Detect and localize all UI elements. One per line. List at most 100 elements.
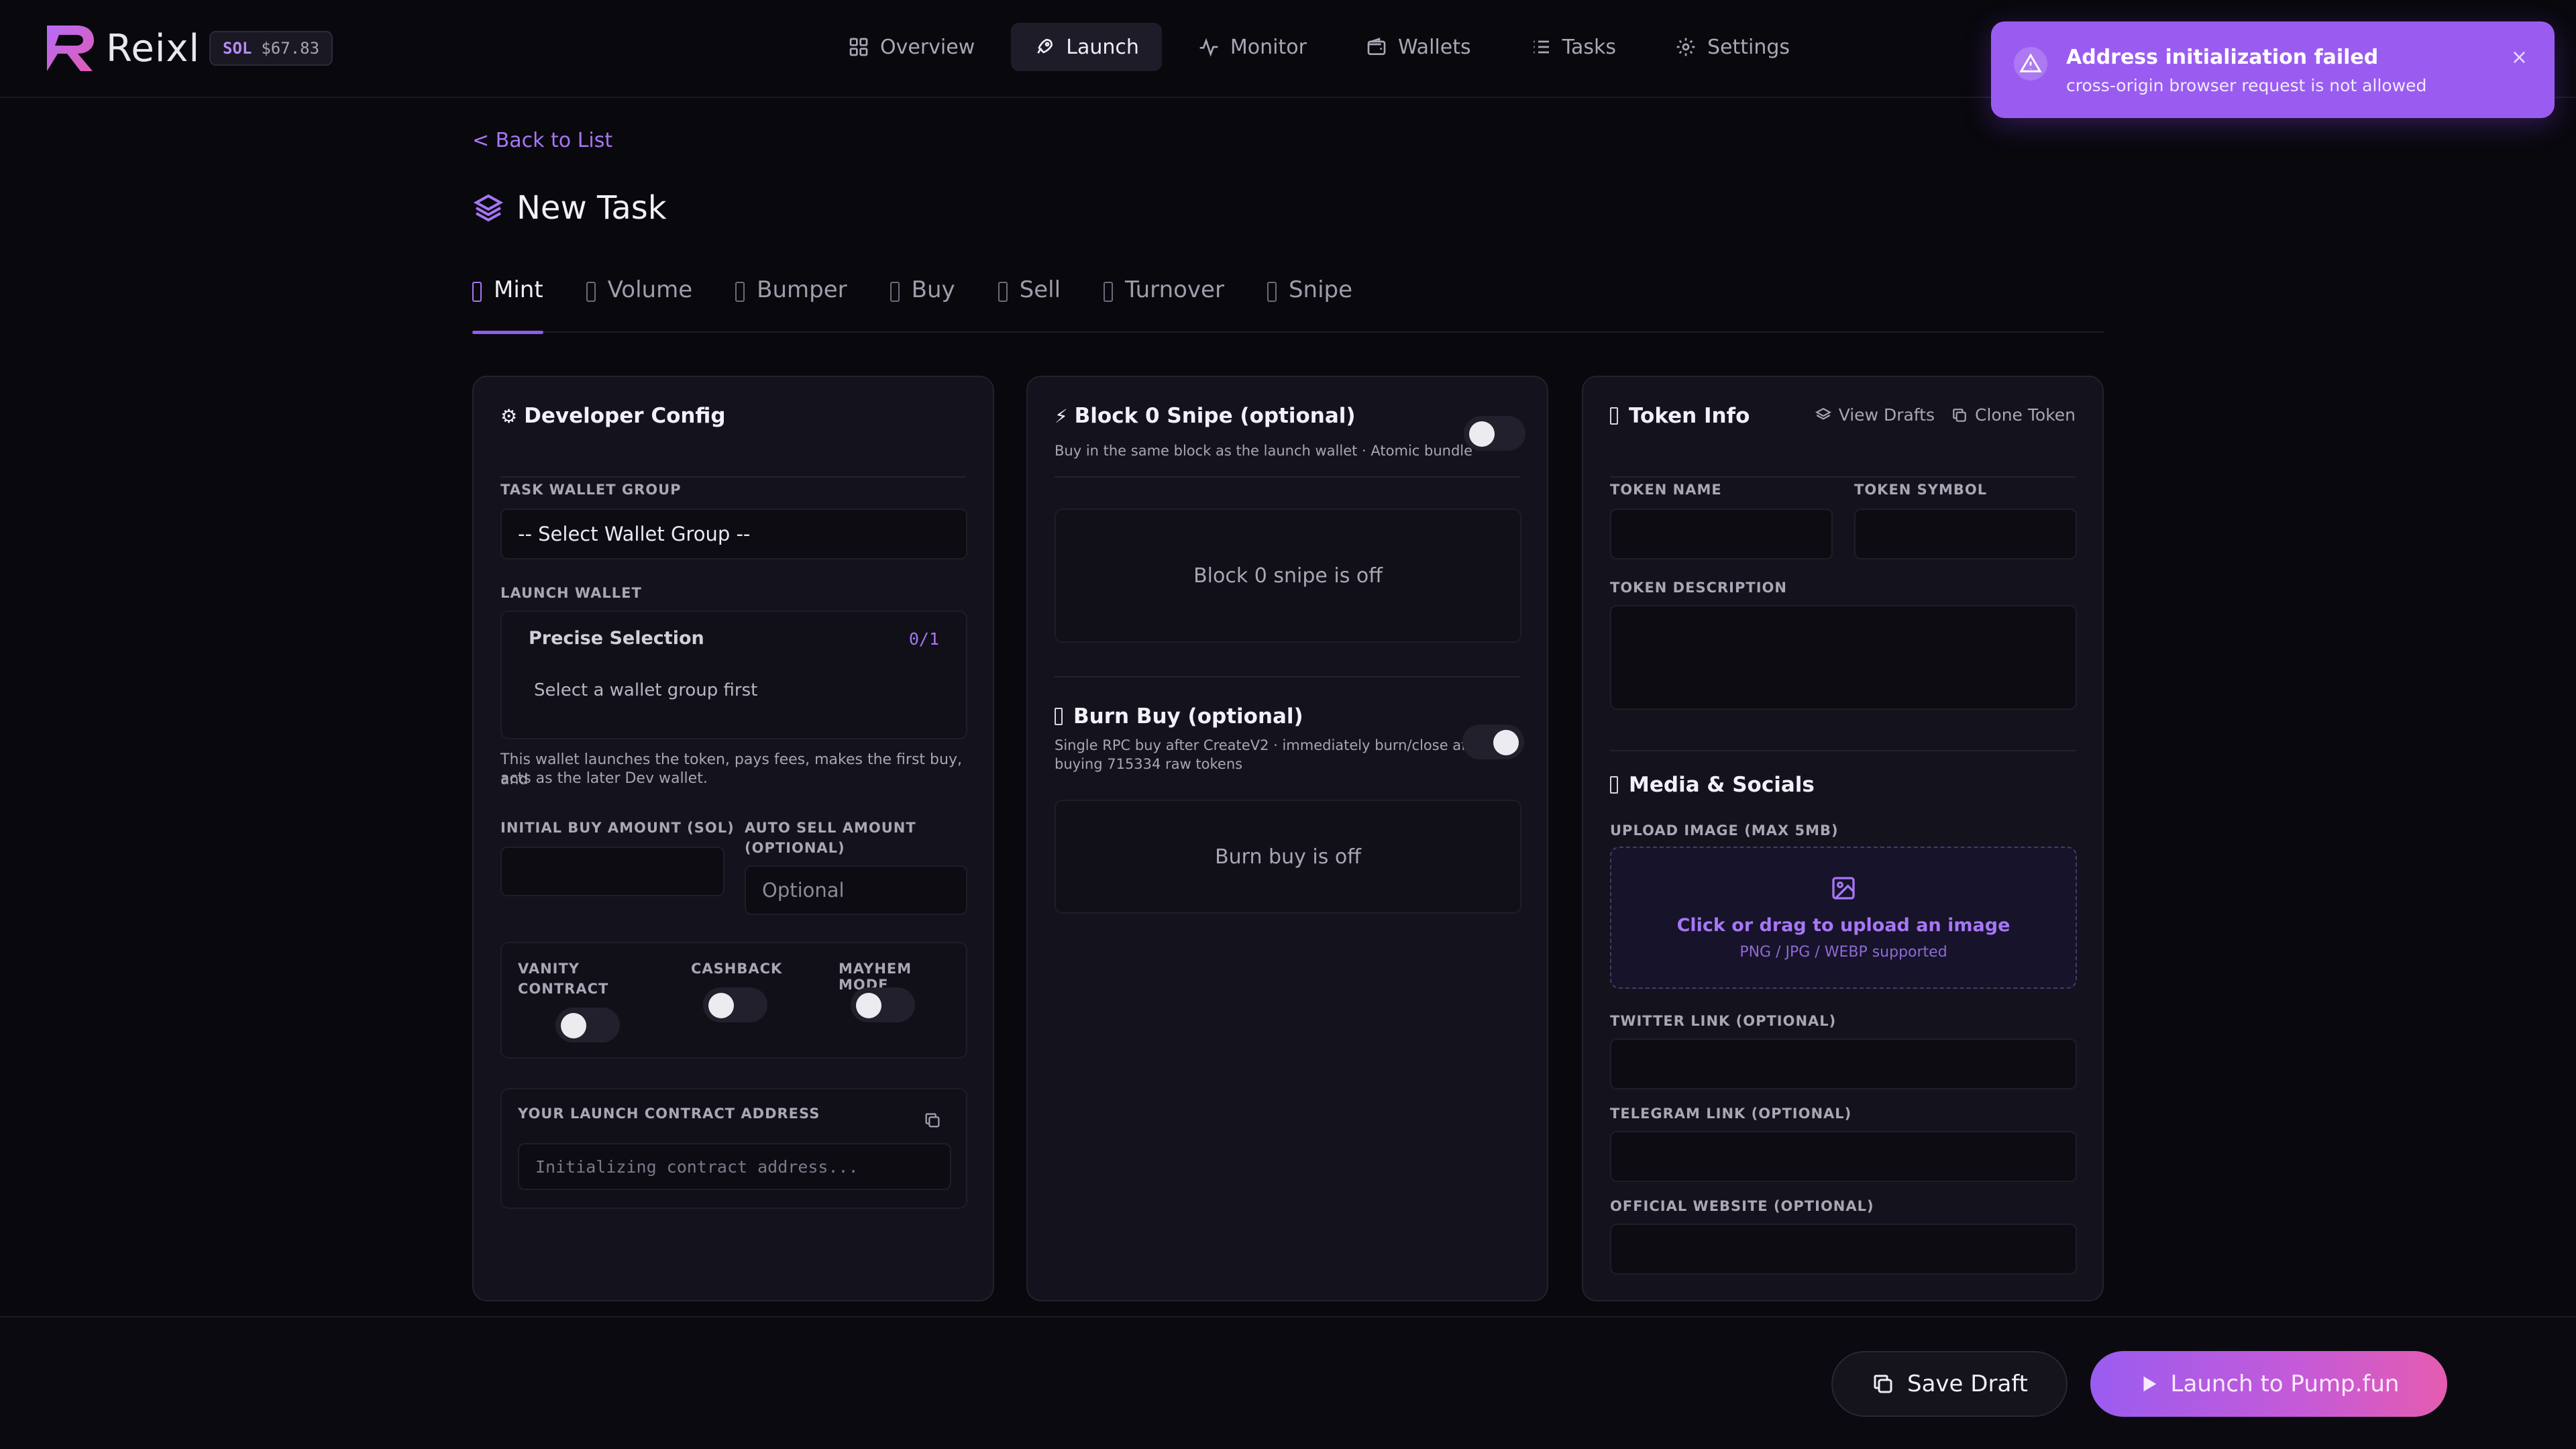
nav-monitor-label: Monitor bbox=[1230, 35, 1307, 59]
tab-bumper-label: Bumper bbox=[757, 276, 847, 303]
image-upload-dropzone[interactable]: Click or drag to upload an image PNG / J… bbox=[1610, 847, 2077, 989]
mayhem-mode-toggle[interactable] bbox=[851, 987, 915, 1022]
tab-icon bbox=[586, 282, 596, 302]
nav-wallets[interactable]: Wallets bbox=[1343, 23, 1494, 71]
save-draft-label: Save Draft bbox=[1907, 1371, 2028, 1397]
launch-button[interactable]: Launch to Pump.fun bbox=[2090, 1351, 2447, 1417]
tab-volume[interactable]: Volume bbox=[586, 270, 692, 333]
wallet-icon bbox=[1367, 38, 1386, 55]
telegram-link-input[interactable] bbox=[1610, 1131, 2077, 1182]
nav-wallets-label: Wallets bbox=[1397, 35, 1471, 59]
tab-mint[interactable]: Mint bbox=[472, 270, 543, 334]
tab-bumper[interactable]: Bumper bbox=[735, 270, 847, 333]
developer-config-title: Developer Config bbox=[524, 404, 726, 428]
precise-selection-label: Precise Selection bbox=[529, 628, 704, 649]
block0-toggle[interactable] bbox=[1464, 416, 1525, 451]
app-logo[interactable]: Reixl bbox=[43, 23, 200, 74]
token-name-input[interactable] bbox=[1610, 508, 1833, 559]
gear-icon: ⚙ bbox=[500, 405, 518, 427]
nav-launch-label: Launch bbox=[1066, 35, 1139, 59]
back-to-list-link[interactable]: < Back to List bbox=[472, 129, 612, 152]
tab-buy[interactable]: Buy bbox=[890, 270, 955, 333]
activity-icon bbox=[1199, 38, 1218, 57]
save-draft-button[interactable]: Save Draft bbox=[1831, 1351, 2068, 1417]
website-input[interactable] bbox=[1610, 1224, 2077, 1275]
selection-count: 0/1 bbox=[908, 629, 939, 649]
vanity-contract-toggle[interactable] bbox=[555, 1008, 620, 1042]
clone-token-label: Clone Token bbox=[1975, 405, 2076, 425]
launch-label: Launch to Pump.fun bbox=[2170, 1371, 2400, 1397]
wallet-note-line-2: acts as the later Dev wallet. bbox=[500, 770, 708, 787]
tab-icon bbox=[998, 282, 1008, 302]
wallet-group-select[interactable]: -- Select Wallet Group -- bbox=[500, 508, 967, 559]
tab-turnover-label: Turnover bbox=[1125, 276, 1224, 303]
gear-icon bbox=[1676, 38, 1695, 56]
initial-buy-label: INITIAL BUY AMOUNT (SOL) bbox=[500, 820, 735, 836]
token-info-panel: Token Info View Drafts Clone Token TOKEN… bbox=[1582, 376, 2104, 1301]
view-drafts-button[interactable]: View Drafts bbox=[1815, 405, 1935, 425]
copy-icon bbox=[1953, 408, 1966, 422]
block0-title-row: ⚡ Block 0 Snipe (optional) bbox=[1055, 404, 1520, 428]
toast-content: Address initialization failed cross-orig… bbox=[2066, 44, 2426, 95]
contract-address-input[interactable]: Initializing contract address... bbox=[518, 1143, 951, 1190]
contract-address-box: YOUR LAUNCH CONTRACT ADDRESS Initializin… bbox=[500, 1088, 967, 1209]
auto-sell-input[interactable]: Optional bbox=[745, 865, 967, 915]
cashback-toggle[interactable] bbox=[703, 987, 767, 1022]
tab-turnover[interactable]: Turnover bbox=[1104, 270, 1224, 333]
burn-buy-toggle[interactable] bbox=[1462, 724, 1524, 759]
warning-icon bbox=[2014, 47, 2047, 80]
media-icon bbox=[1610, 776, 1618, 794]
token-info-title: Token Info bbox=[1629, 404, 1750, 428]
twitter-link-label: TWITTER LINK (OPTIONAL) bbox=[1610, 1013, 1837, 1029]
block0-status-box: Block 0 snipe is off bbox=[1055, 508, 1521, 643]
upload-image-label: UPLOAD IMAGE (MAX 5MB) bbox=[1610, 822, 1839, 839]
burn-buy-title-row: Burn Buy (optional) bbox=[1055, 704, 1303, 729]
auto-sell-label-line-1: AUTO SELL AMOUNT bbox=[745, 820, 916, 836]
upload-formats: PNG / JPG / WEBP supported bbox=[1739, 944, 1947, 961]
burn-buy-title: Burn Buy (optional) bbox=[1073, 704, 1303, 729]
block0-status: Block 0 snipe is off bbox=[1193, 564, 1383, 588]
toggle-knob bbox=[1469, 421, 1495, 447]
toast-title: Address initialization failed bbox=[2066, 46, 2379, 69]
grid-icon bbox=[849, 38, 868, 56]
launch-wallet-box: Precise Selection 0/1 Select a wallet gr… bbox=[500, 610, 967, 739]
section-divider bbox=[1610, 750, 2076, 751]
tab-snipe-label: Snipe bbox=[1288, 276, 1353, 303]
page-title: New Task bbox=[517, 189, 667, 227]
panel-title-row: ⚙ Developer Config bbox=[500, 404, 966, 428]
token-symbol-input[interactable] bbox=[1854, 508, 2077, 559]
block0-title: Block 0 Snipe (optional) bbox=[1074, 404, 1356, 428]
toggle-knob bbox=[856, 993, 881, 1018]
copy-icon[interactable] bbox=[923, 1111, 942, 1130]
close-icon[interactable]: × bbox=[2511, 46, 2528, 69]
nav-overview[interactable]: Overview bbox=[825, 23, 998, 71]
developer-config-panel: ⚙ Developer Config TASK WALLET GROUP -- S… bbox=[472, 376, 994, 1301]
task-tabs: Mint Volume Bumper Buy Sell Turnover Sni… bbox=[472, 270, 2104, 334]
action-footer: Save Draft Launch to Pump.fun bbox=[0, 1316, 2576, 1449]
toggle-knob bbox=[708, 993, 734, 1018]
toast-message: cross-origin browser request is not allo… bbox=[2066, 76, 2427, 95]
nav-settings[interactable]: Settings bbox=[1652, 23, 1813, 71]
token-description-input[interactable] bbox=[1610, 605, 2077, 710]
page-title-row: New Task bbox=[472, 189, 667, 227]
clone-token-button[interactable]: Clone Token bbox=[1951, 405, 2076, 425]
nav-launch[interactable]: Launch bbox=[1011, 23, 1162, 71]
tab-volume-label: Volume bbox=[607, 276, 693, 303]
auto-sell-label-line-2: (OPTIONAL) bbox=[745, 840, 845, 856]
tab-buy-label: Buy bbox=[911, 276, 955, 303]
cashback-label: CASHBACK bbox=[691, 961, 783, 977]
nav-tasks[interactable]: Tasks bbox=[1507, 23, 1639, 71]
tab-sell[interactable]: Sell bbox=[998, 270, 1061, 333]
twitter-link-input[interactable] bbox=[1610, 1038, 2077, 1089]
block0-subtitle: Buy in the same block as the launch wall… bbox=[1055, 443, 1473, 459]
burn-icon bbox=[1055, 708, 1063, 725]
burn-buy-status-box: Burn buy is off bbox=[1055, 800, 1521, 914]
tab-snipe[interactable]: Snipe bbox=[1267, 270, 1352, 333]
burn-buy-subtitle-2: buying 715334 raw tokens bbox=[1055, 756, 1243, 772]
lightning-icon: ⚡ bbox=[1055, 405, 1068, 427]
media-title-row: Media & Socials bbox=[1610, 773, 1815, 797]
initial-buy-input[interactable] bbox=[500, 847, 724, 896]
website-label: OFFICIAL WEBSITE (OPTIONAL) bbox=[1610, 1198, 1874, 1214]
nav-monitor[interactable]: Monitor bbox=[1175, 23, 1330, 71]
reixl-logo-mark bbox=[47, 25, 94, 71]
